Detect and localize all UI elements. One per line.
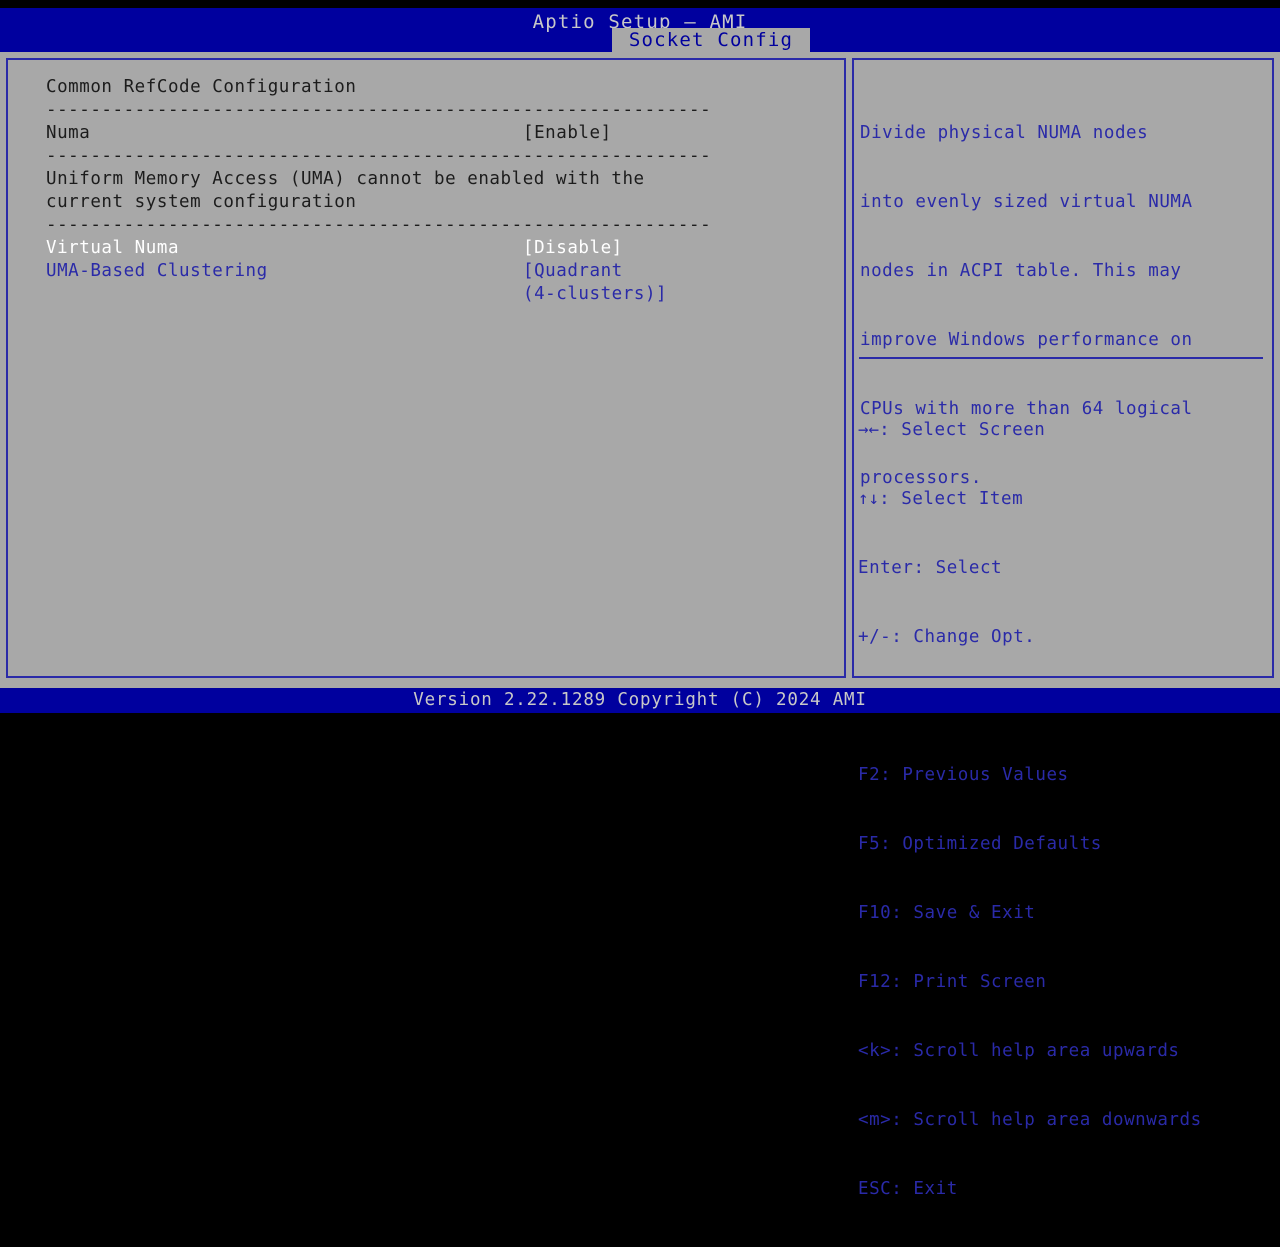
arrow-up-down-icon: ↑↓ (858, 489, 880, 509)
setting-row-numa[interactable]: Numa [Enable] (40, 122, 830, 145)
key-glyph-plus-minus: +/- (858, 627, 892, 647)
arrow-left-right-icon: →← (858, 420, 880, 440)
key-glyph-f5: F5 (858, 834, 881, 854)
key-legend-item-f12: F12: Print Screen (858, 971, 1272, 994)
key-legend-text: : Select Item (879, 489, 1024, 509)
key-legend: →←: Select Screen ↑↓: Select Item Enter:… (858, 373, 1272, 1247)
key-legend-item-scroll-up: <k>: Scroll help area upwards (858, 1040, 1272, 1063)
tab-socket-config[interactable]: Socket Config (612, 28, 810, 52)
key-legend-item-select-item: ↑↓: Select Item (858, 488, 1272, 511)
setting-value-uma-based-clustering-continued: (4-clusters)] (523, 284, 668, 304)
settings-panel: Common RefCode Configuration -----------… (6, 58, 846, 678)
key-glyph-f10: F10 (858, 903, 892, 923)
key-glyph-m: <m> (858, 1110, 892, 1130)
setting-value-numa[interactable]: [Enable] (523, 122, 612, 145)
key-glyph-f2: F2 (858, 765, 881, 785)
help-panel: Divide physical NUMA nodes into evenly s… (852, 58, 1274, 1199)
footer-bar: Version 2.22.1289 Copyright (C) 2024 AMI (0, 688, 1280, 713)
section-title-row: Common RefCode Configuration (40, 76, 830, 99)
key-legend-item-f5: F5: Optimized Defaults (858, 833, 1272, 856)
key-legend-text: : Previous Values (880, 765, 1069, 785)
help-line: improve Windows performance on (860, 330, 1193, 350)
bios-setup-screen: Aptio Setup – AMI Socket Config Common R… (0, 0, 1280, 1199)
section-title: Common RefCode Configuration (46, 77, 357, 97)
help-separator (859, 357, 1263, 359)
help-line: Divide physical NUMA nodes (860, 123, 1149, 143)
key-legend-text: : Save & Exit (891, 903, 1036, 923)
setting-label-uma-based-clustering: UMA-Based Clustering (46, 261, 268, 281)
key-legend-text: : Optimized Defaults (880, 834, 1102, 854)
key-glyph-k: <k> (858, 1041, 892, 1061)
uma-note-line-1: Uniform Memory Access (UMA) cannot be en… (46, 169, 645, 189)
key-legend-text: : Exit (891, 1179, 958, 1199)
key-legend-item-f2: F2: Previous Values (858, 764, 1272, 787)
setting-row-uma-based-clustering[interactable]: UMA-Based Clustering [Quadrant (40, 260, 830, 283)
setting-value-uma-based-clustering-wrap-row: (4-clusters)] (40, 283, 830, 306)
divider-2: ----------------------------------------… (46, 146, 712, 166)
key-glyph-esc: ESC (858, 1179, 892, 1199)
bottom-black-strip (0, 713, 1280, 720)
help-line: into evenly sized virtual NUMA (860, 192, 1193, 212)
setting-label-virtual-numa: Virtual Numa (46, 238, 180, 258)
key-legend-item-select-screen: →←: Select Screen (858, 419, 1272, 442)
key-legend-item-esc: ESC: Exit (858, 1178, 1272, 1201)
key-legend-text: : Scroll help area downwards (891, 1110, 1202, 1130)
divider-1: ----------------------------------------… (46, 100, 712, 120)
setting-value-virtual-numa[interactable]: [Disable] (523, 237, 623, 260)
setting-label-numa: Numa (46, 123, 91, 143)
key-legend-text: : Print Screen (891, 972, 1047, 992)
top-black-strip (0, 0, 1280, 8)
key-legend-text: : Change Opt. (891, 627, 1036, 647)
key-legend-text: : Select (913, 558, 1003, 578)
setting-row-virtual-numa[interactable]: Virtual Numa [Disable] (40, 237, 830, 260)
key-legend-text: : Scroll help area upwards (891, 1041, 1180, 1061)
key-legend-text: : Select Screen (879, 420, 1046, 440)
key-legend-item-f10: F10: Save & Exit (858, 902, 1272, 925)
setting-value-uma-based-clustering[interactable]: [Quadrant (523, 260, 623, 283)
key-legend-item-enter: Enter: Select (858, 557, 1272, 580)
uma-note-line-2: current system configuration (46, 192, 357, 212)
key-legend-item-scroll-down: <m>: Scroll help area downwards (858, 1109, 1272, 1132)
key-glyph-f12: F12 (858, 972, 892, 992)
divider-3: ----------------------------------------… (46, 215, 712, 235)
settings-list: Common RefCode Configuration -----------… (40, 76, 830, 306)
version-text: Version 2.22.1289 Copyright (C) 2024 AMI (413, 690, 867, 710)
help-line: nodes in ACPI table. This may (860, 261, 1182, 281)
key-glyph-enter: Enter (858, 558, 914, 578)
key-legend-item-change-opt: +/-: Change Opt. (858, 626, 1272, 649)
